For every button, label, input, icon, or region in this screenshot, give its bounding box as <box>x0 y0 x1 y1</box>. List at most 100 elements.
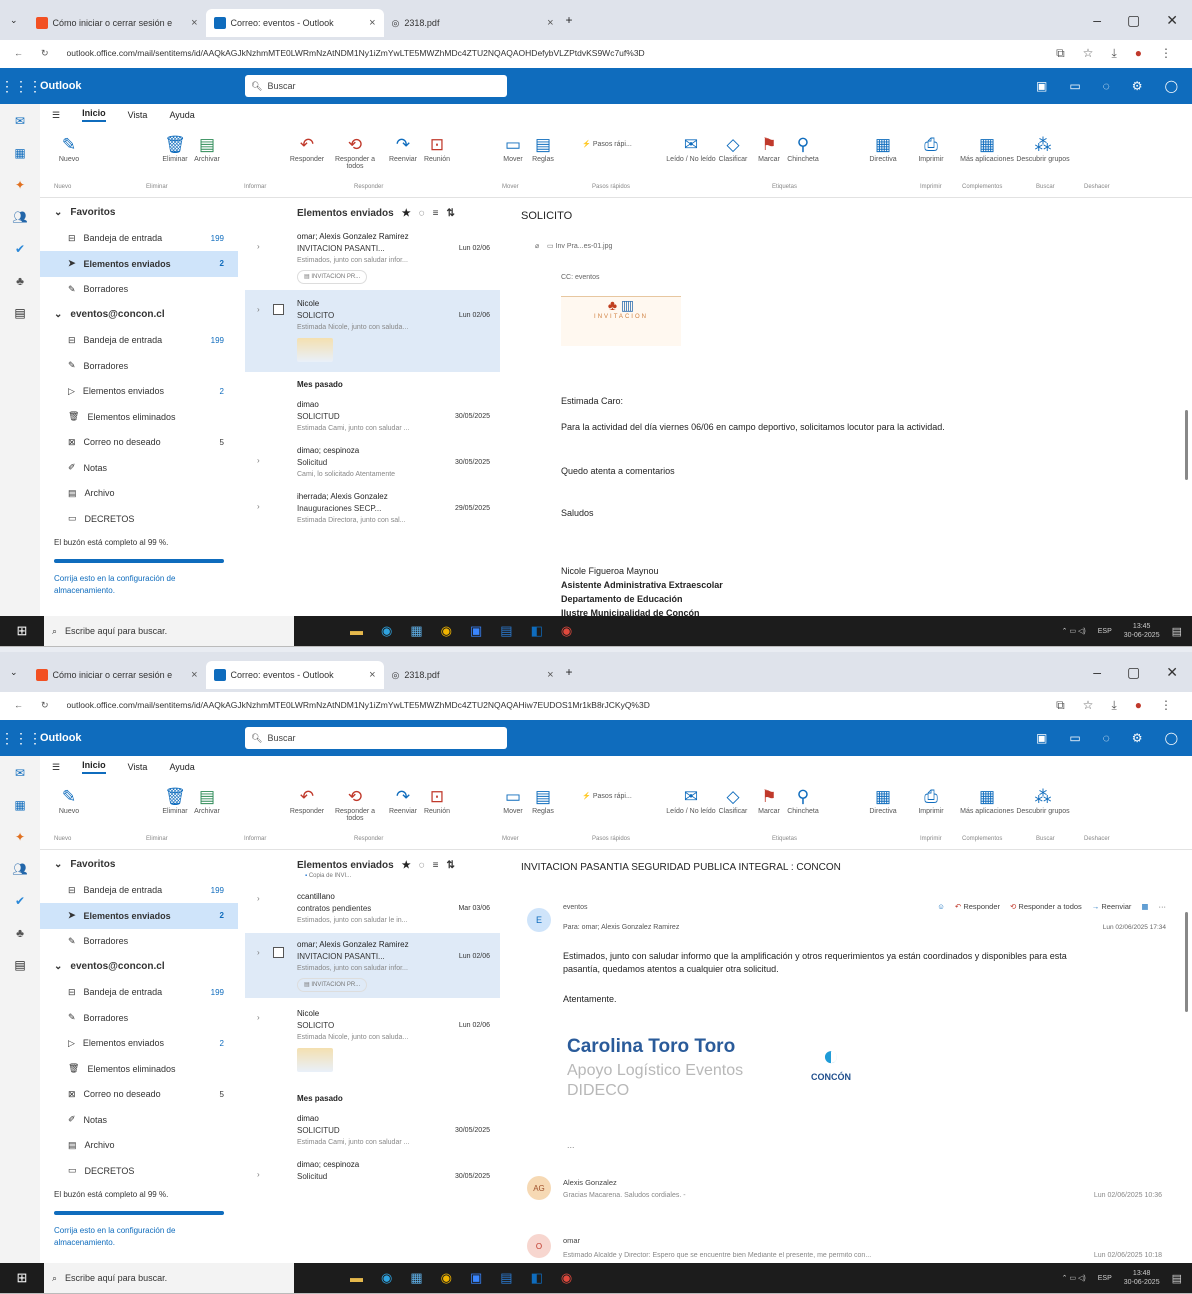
folder-junk[interactable]: ⊠ Correo no deseado 5 <box>40 1082 238 1108</box>
maximize-icon[interactable]: ▢ <box>1127 12 1140 29</box>
windows-start-icon[interactable]: ⊞ <box>0 1270 44 1286</box>
tab-list-icon[interactable]: ⌄ <box>10 15 18 26</box>
new-mail-button[interactable]: ✎ Nuevo <box>42 134 96 163</box>
scrollbar[interactable] <box>1185 410 1188 480</box>
app-launcher-icon[interactable]: ⋮⋮⋮ <box>0 78 42 95</box>
reply-button[interactable]: ↶ Responder <box>280 786 334 815</box>
edge-icon[interactable]: ◉ <box>381 1270 392 1286</box>
search-input[interactable]: 🔍︎ Buscar <box>245 75 507 97</box>
avatar[interactable]: ◯ <box>1165 79 1178 93</box>
select-checkbox[interactable] <box>273 947 284 958</box>
rules-button[interactable]: ▤ Reglas <box>516 134 570 163</box>
url-field[interactable]: outlook.office.com/mail/sentitems/id/AAQ… <box>67 700 1039 710</box>
install-icon[interactable]: ⧉ <box>1056 698 1065 713</box>
profile-icon[interactable]: ● <box>1135 46 1142 61</box>
filter-icon[interactable]: ≡ <box>433 208 439 219</box>
scrollbar[interactable] <box>1185 912 1188 1012</box>
reply-button[interactable]: ↶ Responder <box>280 134 334 163</box>
people-icon[interactable]: 👥︎ <box>12 210 27 224</box>
browser-tab[interactable]: ◎ 2318.pdf × <box>384 661 562 689</box>
notifications-icon[interactable]: ▤ <box>1172 625 1182 638</box>
emoji-icon[interactable]: ☺ <box>937 902 945 911</box>
menu-icon[interactable]: ⋮ <box>1160 698 1172 713</box>
policy-button[interactable]: ▦ Directiva <box>856 786 910 815</box>
teams-icon[interactable]: ▣ <box>1036 79 1047 93</box>
list-item[interactable]: › ccantillano contratos pendientes Mar 03… <box>245 879 500 933</box>
calculator-icon[interactable]: ▦ <box>410 1270 422 1286</box>
tray-icons[interactable]: ⌃ ▭ ◁) <box>1062 1274 1086 1282</box>
copilot-icon[interactable]: ✦ <box>15 830 25 844</box>
hamburger-icon[interactable]: ☰ <box>52 110 60 121</box>
clock[interactable]: 13:45 30-06-2025 <box>1124 622 1160 640</box>
chrome-icon[interactable]: ◉ <box>441 623 452 639</box>
grid-icon[interactable]: ▦ <box>1141 902 1148 911</box>
profile-icon[interactable]: ● <box>1135 698 1142 713</box>
edge-icon[interactable]: ◉ <box>381 623 392 639</box>
new-tab-icon[interactable]: + <box>566 665 573 679</box>
avatar[interactable]: ◯ <box>1165 731 1178 745</box>
list-item[interactable]: dimao SOLICITUD 30/05/2025 Estimada Cami,… <box>245 1109 500 1155</box>
install-icon[interactable]: ⧉ <box>1056 46 1065 61</box>
close-window-icon[interactable]: ✕ <box>1166 664 1178 681</box>
folder-sent[interactable]: ➤ Elementos enviados 2 <box>40 903 238 929</box>
tab-ayuda[interactable]: Ayuda <box>169 762 194 772</box>
bookmark-star-icon[interactable]: ☆ <box>1083 698 1094 713</box>
rules-button[interactable]: ▤ Reglas <box>516 786 570 815</box>
attachment-thumbnail[interactable] <box>297 338 333 362</box>
chat-icon[interactable]: ▭ <box>1069 79 1080 93</box>
folder-sent[interactable]: ➤ Elementos enviados 2 <box>40 251 238 277</box>
calendar-icon[interactable]: ▦ <box>14 798 25 812</box>
new-mail-button[interactable]: ✎ Nuevo <box>42 786 96 815</box>
search-input[interactable]: 🔍︎ Buscar <box>245 727 507 749</box>
bell-icon[interactable]: ◌ <box>1103 79 1110 93</box>
chevron-right-icon[interactable]: › <box>257 501 260 513</box>
thread-sender[interactable]: omar <box>563 1236 580 1245</box>
print-button[interactable]: ⎙ Imprimir <box>904 786 958 815</box>
favorites-header[interactable]: ⌄ Favoritos <box>40 200 238 226</box>
download-icon[interactable]: ⤓ <box>1111 46 1116 61</box>
attachment-chip[interactable]: ▤ INVITACION PR... <box>297 978 368 992</box>
select-checkbox[interactable] <box>273 304 284 315</box>
email-sender[interactable]: eventos <box>563 904 588 911</box>
account-header[interactable]: ⌄ eventos@concon.cl <box>40 954 238 980</box>
avatar[interactable]: E <box>527 908 551 932</box>
url-field[interactable]: outlook.office.com/mail/sentitems/id/AAQ… <box>67 48 1039 58</box>
reply-button[interactable]: ↶ Responder <box>955 902 1000 911</box>
folder-inbox[interactable]: ⊟ Bandeja de entrada 199 <box>40 226 238 252</box>
back-icon[interactable]: ← <box>14 700 23 710</box>
folder-archive[interactable]: ▤ Archivo <box>40 1133 238 1159</box>
close-icon[interactable]: × <box>369 17 375 29</box>
apps-icon[interactable]: ▤ <box>14 958 25 972</box>
chevron-right-icon[interactable]: › <box>257 241 260 253</box>
folder-decretos[interactable]: ▭ DECRETOS <box>40 506 238 532</box>
chrome-profile-icon[interactable]: ◉ <box>561 1270 572 1286</box>
taskbar-search[interactable]: ⌕ Escribe aquí para buscar. <box>44 1263 294 1293</box>
folder-inbox[interactable]: ⊟ Bandeja de entrada 199 <box>40 328 238 354</box>
print-button[interactable]: ⎙ Imprimir <box>904 134 958 163</box>
bell-icon[interactable]: ◌ <box>1103 731 1110 745</box>
people-icon[interactable]: 👥︎ <box>12 862 27 876</box>
close-icon[interactable]: × <box>191 669 197 681</box>
org-icon[interactable]: ♣ <box>16 926 24 940</box>
list-item[interactable]: dimao SOLICITUD 30/05/2025 Estimada Cami,… <box>245 395 500 441</box>
app-launcher-icon[interactable]: ⋮⋮⋮ <box>0 730 42 747</box>
close-icon[interactable]: × <box>547 17 553 29</box>
outlook-taskbar-icon[interactable]: ◧ <box>531 1270 543 1286</box>
teams-icon[interactable]: ▣ <box>1036 731 1047 745</box>
file-explorer-icon[interactable]: ▬ <box>350 1270 363 1286</box>
chevron-right-icon[interactable]: › <box>257 304 260 316</box>
minimize-icon[interactable]: – <box>1093 12 1101 29</box>
folder-notes[interactable]: ✐ Notas <box>40 1107 238 1133</box>
more-apps-button[interactable]: ▦ Más aplicaciones <box>960 786 1014 815</box>
folder-inbox[interactable]: ⊟ Bandeja de entrada 199 <box>40 980 238 1006</box>
calculator-icon[interactable]: ▦ <box>410 623 422 639</box>
reload-icon[interactable]: ↻ <box>41 700 49 711</box>
close-window-icon[interactable]: ✕ <box>1166 12 1178 29</box>
meeting-button[interactable]: ⊡ Reunión <box>410 786 464 815</box>
discover-groups-button[interactable]: ⁂ Descubrir grupos <box>1016 134 1070 163</box>
clock[interactable]: 13:48 30-06-2025 <box>1124 1269 1160 1287</box>
tab-inicio[interactable]: Inicio <box>82 108 106 122</box>
folder-deleted[interactable]: 🗑︎ Elementos eliminados <box>40 404 238 430</box>
folder-inbox[interactable]: ⊟ Bandeja de entrada 199 <box>40 878 238 904</box>
show-more-button[interactable]: ... <box>567 1140 575 1150</box>
